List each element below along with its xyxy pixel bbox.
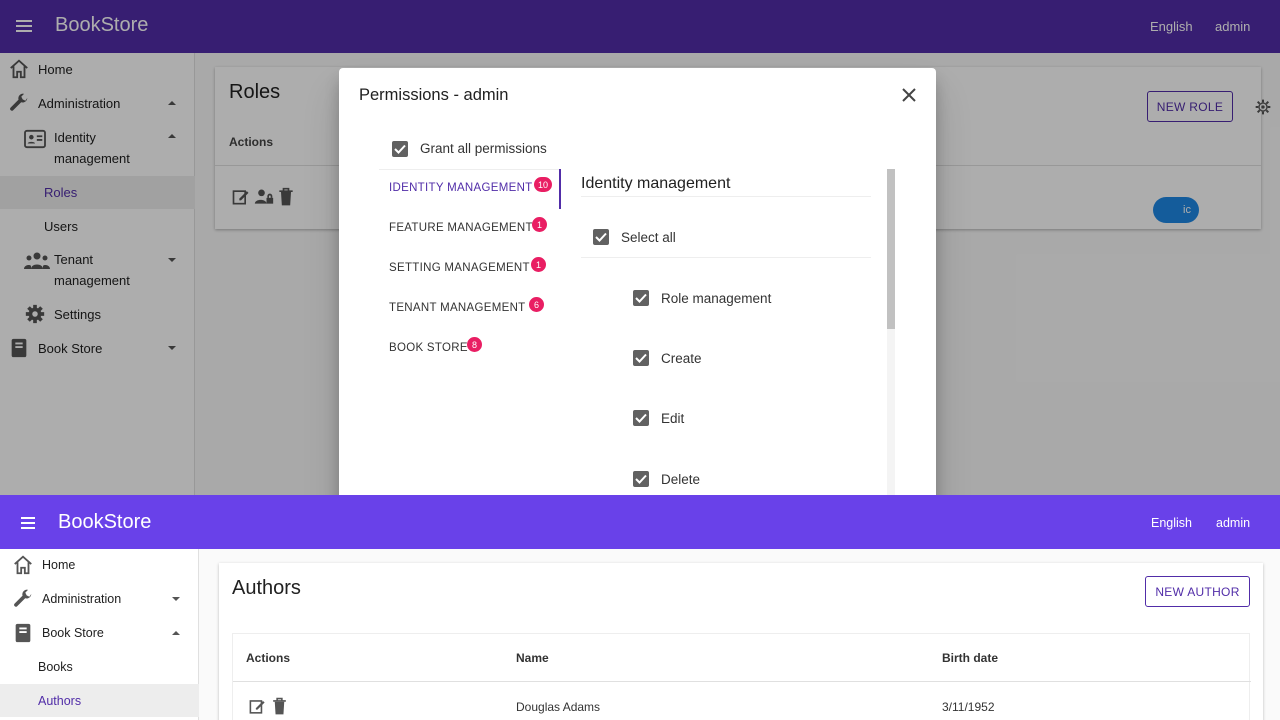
sidebar-item-label: Administration [42,592,122,606]
grant-all-checkbox[interactable] [392,141,408,157]
permission-checkbox[interactable] [633,471,649,487]
sidebar: Home Administration Book Store Books Aut… [0,549,199,720]
sidebar-item-book-store[interactable]: Book Store [0,622,199,644]
menu-icon[interactable] [19,514,37,532]
app-brand[interactable]: BookStore [58,511,151,534]
select-all-label: Select all [621,230,676,245]
sidebar-item-label: Home [42,558,76,572]
permission-checkbox[interactable] [633,290,649,306]
row-actions [248,697,288,716]
delete-icon[interactable] [271,697,288,716]
sidebar-item-label: Book Store [42,626,104,640]
sidebar-item-books[interactable]: Books [0,650,199,683]
home-icon [12,554,34,576]
authors-window: BookStore English admin Home Administrat… [0,495,1280,720]
divider [581,257,871,258]
divider [233,681,1251,682]
authors-table: Actions Name Birth date Douglas Adams 3/… [232,633,1251,720]
column-header-birth-date[interactable]: Birth date [942,651,998,665]
tab-book-store[interactable]: BOOK STORE [389,342,468,354]
count-badge: 8 [467,337,482,352]
sidebar-item-home[interactable]: Home [0,554,199,576]
permission-label: Role management [661,291,772,306]
divider [581,196,871,197]
cell-birth-date: 3/11/1952 [942,700,995,714]
chevron-down-icon [171,594,181,604]
permission-label: Create [661,351,702,366]
authors-card: Authors NEW AUTHOR Actions Name Birth da… [219,563,1263,720]
tab-identity-management[interactable]: IDENTITY MANAGEMENT [389,182,533,194]
scrollbar-thumb[interactable] [887,169,895,329]
roles-window: BookStore English admin Home Administrat… [0,0,1280,495]
count-badge: 1 [531,257,546,272]
permissions-panel: Identity management Select all Role mana… [581,169,893,495]
count-badge: 10 [534,177,553,192]
chevron-up-icon [171,628,181,638]
count-badge: 1 [532,217,547,232]
tab-feature-management[interactable]: FEATURE MANAGEMENT [389,222,533,234]
panel-title: Identity management [581,175,731,192]
select-all-checkbox[interactable] [593,229,609,245]
column-header-actions[interactable]: Actions [246,651,290,665]
permission-label: Edit [661,411,685,426]
tab-tenant-management[interactable]: TENANT MANAGEMENT [389,302,526,314]
permission-checkbox[interactable] [633,350,649,366]
dialog-title: Permissions - admin [359,86,509,104]
edit-icon[interactable] [248,697,267,716]
new-author-button[interactable]: NEW AUTHOR [1145,576,1250,607]
active-tab-indicator [559,169,561,209]
close-icon[interactable] [901,87,917,103]
permission-checkbox[interactable] [633,410,649,426]
page-title: Authors [232,577,301,599]
grant-all-label: Grant all permissions [420,141,547,156]
sidebar-item-authors[interactable]: Authors [0,684,199,717]
cell-name: Douglas Adams [516,700,601,714]
top-app-bar: BookStore English admin [0,495,1280,549]
tab-setting-management[interactable]: SETTING MANAGEMENT [389,262,530,274]
language-selector[interactable]: English [1151,516,1192,530]
permissions-dialog: Permissions - admin Grant all permission… [339,68,936,495]
user-menu[interactable]: admin [1216,516,1250,530]
sidebar-item-label: Books [38,659,73,674]
permission-label: Delete [661,472,701,487]
count-badge: 6 [529,297,544,312]
wrench-icon [12,588,34,610]
divider [379,169,559,170]
book-icon [12,622,34,644]
column-header-name[interactable]: Name [516,651,549,665]
sidebar-item-administration[interactable]: Administration [0,588,199,610]
sidebar-item-label: Authors [38,693,82,708]
